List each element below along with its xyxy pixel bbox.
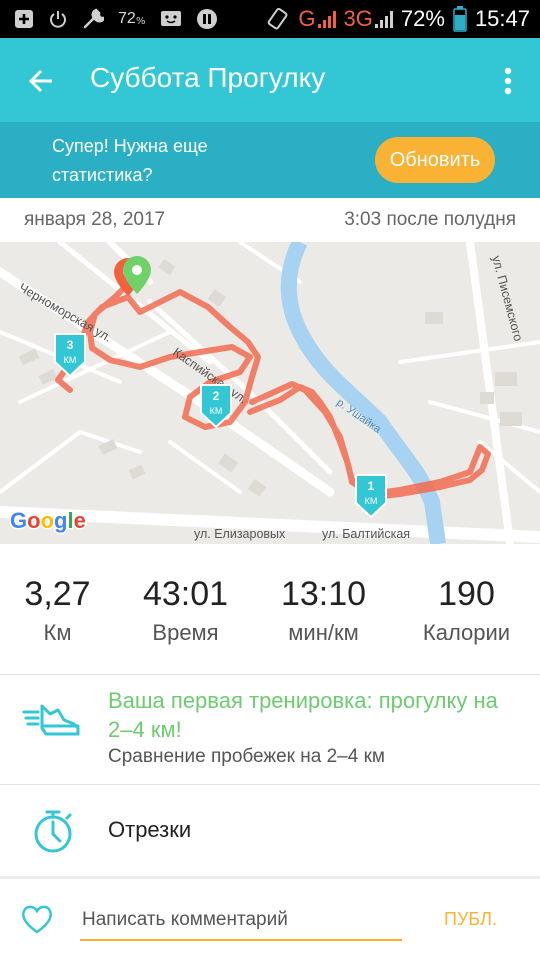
street-label-baltiyskaya: ул. Балтийская (322, 527, 410, 541)
svg-text:КМ: КМ (365, 496, 378, 506)
route-map[interactable]: Черноморская ул. Каспийская ул. ул. Писе… (0, 242, 540, 544)
km-marker-3: 3 КМ (54, 333, 86, 378)
upgrade-text: Супер! Нужна еще статистика? (52, 136, 208, 185)
pause-icon (196, 8, 218, 30)
stat-duration: 43:01 Время (118, 574, 253, 648)
street-label-pisemskogo: ул. Писемского (489, 254, 525, 343)
upgrade-button[interactable]: Обновить (375, 137, 495, 183)
svg-text:КМ: КМ (210, 406, 223, 416)
achievement-row[interactable]: Ваша первая тренировка: прогулку на 2–4 … (0, 674, 540, 784)
stat-value: 3,27 (24, 575, 91, 613)
svg-text:2: 2 (213, 389, 220, 403)
splits-label: Отрезки (108, 817, 192, 842)
stat-value: 190 (438, 575, 495, 613)
stat-value: 13:10 (280, 575, 367, 613)
workout-time: 3:03 после полудня (344, 209, 516, 230)
svg-text:3: 3 (67, 338, 74, 352)
more-vert-icon (504, 67, 512, 95)
comment-input[interactable] (80, 901, 402, 941)
face-icon (160, 9, 182, 29)
splits-row[interactable]: Отрезки (0, 784, 540, 876)
svg-text:КМ: КМ (64, 355, 77, 365)
stat-value: 43:01 (142, 575, 229, 613)
comment-bar: ПУБЛ. (0, 876, 540, 960)
app-bar: Суббота Прогулку (0, 38, 540, 122)
workout-stats: 3,27 Км 43:01 Время 13:10 мин/км 190 Кал… (0, 544, 540, 674)
google-logo: Google (10, 508, 86, 533)
stat-label: Калории (422, 620, 511, 645)
street-label-elizarovykh: ул. Елизаровых (194, 527, 286, 541)
upgrade-banner: Супер! Нужна еще статистика? Обновить (0, 122, 540, 198)
stat-calories: 190 Калории (399, 574, 534, 648)
rotate-icon (266, 7, 290, 31)
stat-label: Км (43, 620, 72, 645)
stopwatch-icon (32, 808, 74, 859)
heart-icon (22, 905, 52, 934)
publish-button[interactable]: ПУБЛ. (444, 909, 497, 930)
stat-label: мин/км (288, 620, 359, 645)
route-map-svg: Черноморская ул. Каспийская ул. ул. Писе… (0, 242, 540, 544)
wrench-icon (82, 8, 104, 30)
stat-label: Время (152, 620, 219, 645)
achievement-subtitle: Сравнение пробежек на 2–4 км (108, 746, 385, 767)
back-button[interactable] (20, 60, 62, 102)
plus-box-icon (14, 9, 34, 29)
svg-text:1: 1 (368, 479, 375, 493)
status-bar: 72 % G 3G 72% 15:47 (0, 0, 540, 38)
overflow-menu-button[interactable] (494, 60, 522, 102)
workout-date: января 28, 2017 (24, 209, 166, 230)
like-button[interactable] (20, 903, 54, 940)
signal-g-icon: G (298, 6, 336, 32)
battery-saver-icon: 72 % (118, 10, 146, 27)
signal-3g-icon: 3G (344, 6, 393, 32)
km-marker-1: 1 КМ (355, 474, 387, 519)
achievement-title: Ваша первая тренировка: прогулку на 2–4 … (108, 688, 498, 742)
stat-pace: 13:10 мин/км (256, 574, 391, 648)
shoe-icon (22, 698, 86, 743)
battery-percent: 72% (400, 6, 445, 31)
stat-distance: 3,27 Км (0, 574, 125, 648)
power-icon (48, 9, 68, 29)
clock: 15:47 (474, 6, 530, 31)
page-title: Суббота Прогулку (90, 62, 326, 93)
svg-text:%: % (136, 16, 146, 25)
arrow-back-icon (28, 69, 52, 93)
workout-date-line: января 28, 2017 3:03 после полудня (0, 198, 540, 242)
battery-icon (453, 6, 467, 32)
